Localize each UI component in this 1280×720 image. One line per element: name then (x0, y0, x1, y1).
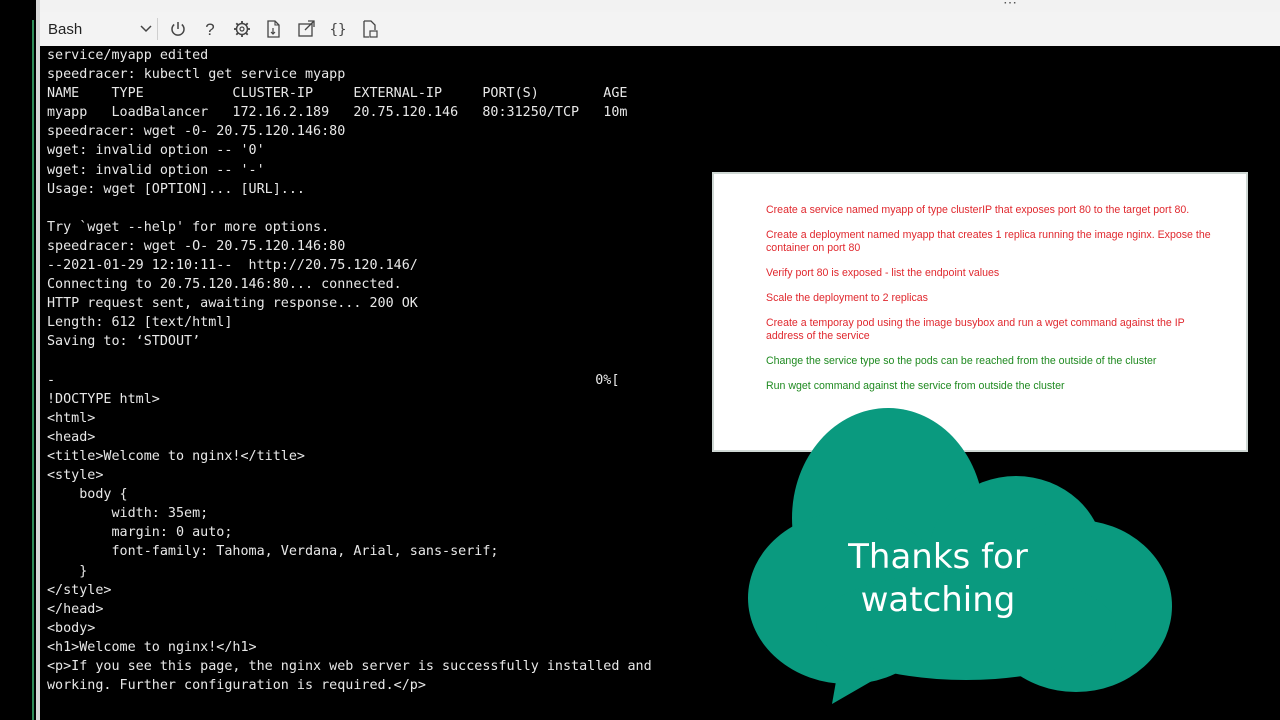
chevron-down-icon (140, 25, 152, 33)
thanks-line-2: watching (860, 580, 1016, 620)
help-icon[interactable]: ? (200, 19, 220, 39)
task-item: Run wget command against the service fro… (766, 379, 1065, 392)
shell-type-select[interactable]: Bash (48, 18, 152, 40)
settings-icon[interactable] (232, 19, 252, 39)
task-item: Scale the deployment to 2 replicas (766, 291, 928, 304)
drag-handle-icon[interactable]: ⋯ (1003, 0, 1018, 11)
svg-text:{}: {} (330, 22, 347, 38)
task-item: Create a service named myapp of type clu… (766, 204, 1190, 216)
window-top-strip: ⋯ (40, 0, 1280, 12)
task-item: Create a temporay pod using the image bu… (766, 316, 1185, 342)
task-item: Verify port 80 is exposed - list the end… (766, 266, 1000, 279)
svg-text:?: ? (205, 20, 214, 39)
task-item: Change the service type so the pods can … (766, 354, 1157, 367)
braces-icon[interactable]: {} (328, 19, 348, 39)
thanks-line-1: Thanks for (848, 537, 1028, 577)
scrollbar-track[interactable] (1262, 46, 1280, 720)
terminal-text: service/myapp edited speedracer: kubectl… (47, 48, 652, 694)
thanks-for-watching-text: Thanks for watching (808, 536, 1068, 622)
upload-download-icon[interactable] (264, 19, 284, 39)
power-icon[interactable] (168, 19, 188, 39)
task-item: Create a deployment named myapp that cre… (766, 229, 1211, 254)
open-editor-icon[interactable] (296, 19, 316, 39)
web-preview-icon[interactable] (360, 19, 380, 39)
toolbar-divider (157, 18, 158, 40)
left-frame (0, 0, 40, 720)
cloud-shell-toolbar: Bash ? {} (40, 12, 1280, 47)
shell-type-label: Bash (48, 20, 83, 38)
task-list: Create a service named myapp of type clu… (766, 204, 1216, 405)
left-accent-line (32, 20, 34, 720)
